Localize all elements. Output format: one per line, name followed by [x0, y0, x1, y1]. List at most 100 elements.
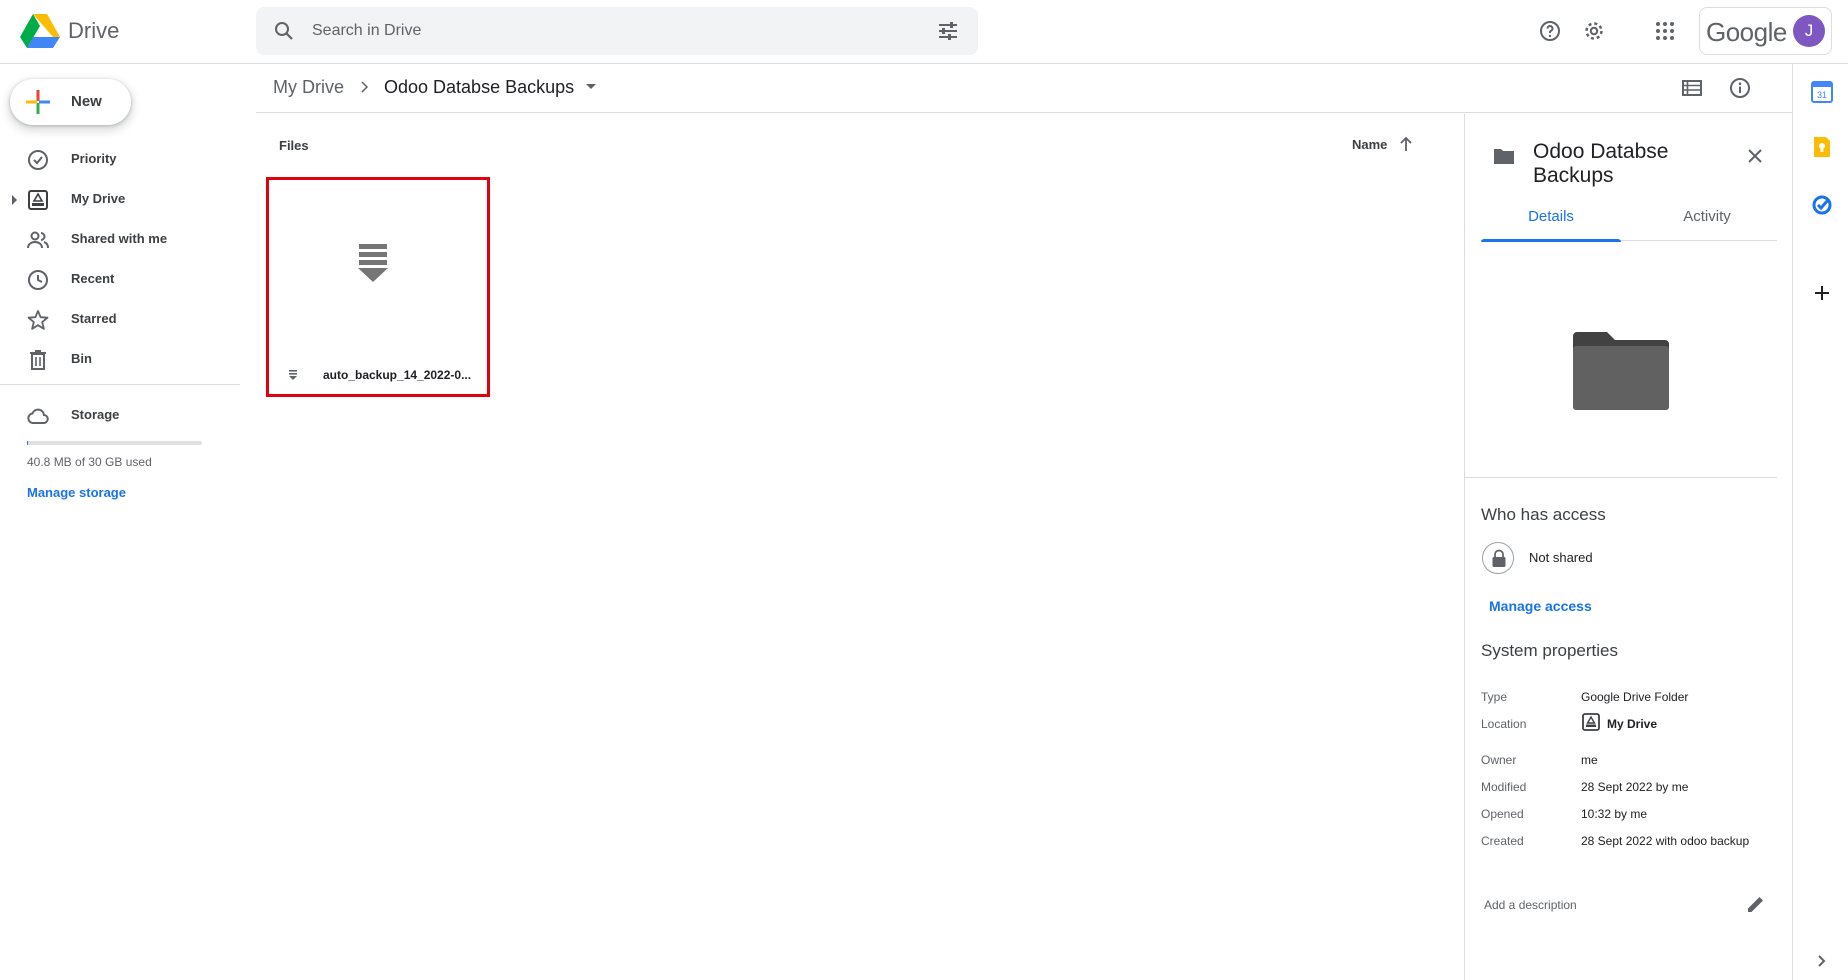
- tab-activity[interactable]: Activity: [1637, 193, 1777, 241]
- sidebar-item-recent[interactable]: Recent: [0, 259, 240, 299]
- compressed-file-icon: [358, 244, 388, 282]
- list-view-icon[interactable]: [1680, 76, 1704, 100]
- details-title: Odoo Databse Backups: [1533, 140, 1669, 187]
- sidebar-nav: Priority My Drive Shared with me Recent …: [0, 139, 240, 379]
- files-section-label: Files: [279, 138, 309, 153]
- search-options-icon[interactable]: [936, 19, 960, 43]
- trash-icon: [30, 350, 46, 370]
- file-thumbnail[interactable]: [269, 180, 487, 340]
- tasks-icon[interactable]: [1811, 194, 1833, 216]
- folder-icon: [1494, 149, 1514, 164]
- breadcrumb-current-folder[interactable]: Odoo Databse Backups: [384, 77, 574, 98]
- chevron-right-icon: [361, 81, 369, 93]
- sharing-status: Not shared: [1529, 550, 1593, 565]
- arrow-up-icon[interactable]: [1395, 133, 1417, 155]
- manage-storage-link[interactable]: Manage storage: [27, 485, 126, 500]
- svg-text:31: 31: [1817, 90, 1827, 100]
- property-row-owner: Owner me: [1481, 753, 1771, 773]
- search-icon[interactable]: [272, 19, 296, 43]
- new-button[interactable]: New: [10, 79, 131, 125]
- sidebar-item-label: Shared with me: [71, 231, 168, 246]
- priority-check-icon: [28, 150, 48, 170]
- add-description-field[interactable]: Add a description: [1484, 898, 1577, 912]
- storage-usage-text: 40.8 MB of 30 GB used: [27, 455, 152, 469]
- details-tabs: Details Activity: [1481, 193, 1777, 242]
- calendar-icon[interactable]: 31: [1811, 81, 1833, 103]
- side-panel: 31: [1792, 64, 1848, 980]
- details-panel: Odoo Databse Backups Details Activity Wh…: [1464, 114, 1777, 980]
- property-key: Opened: [1481, 807, 1524, 821]
- property-row-modified: Modified 28 Sept 2022 by me: [1481, 780, 1771, 800]
- clock-icon: [28, 270, 48, 290]
- add-addon-plus-icon[interactable]: [1811, 282, 1833, 304]
- plus-multicolor-icon: [26, 90, 50, 114]
- system-properties-heading: System properties: [1481, 641, 1618, 660]
- details-divider: [1465, 477, 1777, 478]
- my-drive-icon: [28, 190, 48, 210]
- property-row-type: Type Google Drive Folder: [1481, 690, 1771, 710]
- sidebar-item-label: Starred: [71, 311, 117, 326]
- sidebar-item-label: Priority: [71, 151, 117, 166]
- storage-usage-bar: [27, 441, 202, 445]
- google-account-button[interactable]: Google J: [1699, 7, 1832, 55]
- folder-menu-dropdown-icon[interactable]: [586, 84, 596, 89]
- location-link[interactable]: My Drive: [1607, 717, 1657, 731]
- manage-access-button[interactable]: Manage access: [1489, 598, 1592, 614]
- expand-caret-icon[interactable]: [12, 195, 17, 205]
- property-value: 28 Sept 2022 by me: [1581, 780, 1689, 794]
- edit-pencil-icon[interactable]: [1745, 893, 1767, 915]
- property-row-location: Location My Drive: [1481, 713, 1771, 737]
- sort-by-name-button[interactable]: Name: [1352, 137, 1387, 152]
- search-bar[interactable]: [256, 7, 978, 55]
- folder-preview-icon: [1573, 332, 1669, 410]
- file-card[interactable]: auto_backup_14_2022-0...: [266, 177, 490, 397]
- info-icon[interactable]: [1728, 76, 1752, 100]
- avatar[interactable]: J: [1793, 15, 1825, 47]
- my-drive-icon: [1582, 713, 1600, 731]
- file-name: auto_backup_14_2022-0...: [323, 368, 472, 382]
- chevron-right-icon[interactable]: [1811, 950, 1833, 972]
- breadcrumb: My Drive Odoo Databse Backups: [256, 64, 1792, 113]
- star-icon: [27, 310, 49, 330]
- storage-usage-fill: [27, 441, 28, 445]
- property-key: Type: [1481, 690, 1508, 704]
- property-value: 10:32 by me: [1581, 807, 1648, 821]
- compressed-file-small-icon: [289, 370, 297, 380]
- cloud-icon: [27, 408, 49, 424]
- top-bar: Drive Google J: [0, 0, 1848, 64]
- sidebar-item-starred[interactable]: Starred: [0, 299, 240, 339]
- keep-notes-icon[interactable]: [1811, 136, 1833, 158]
- search-input[interactable]: [312, 7, 872, 55]
- property-key: Owner: [1481, 753, 1517, 767]
- property-value: 28 Sept 2022 with odoo backup: [1581, 834, 1750, 848]
- who-has-access-heading: Who has access: [1481, 505, 1606, 524]
- sidebar-divider: [0, 384, 240, 385]
- new-button-label: New: [71, 93, 102, 110]
- sidebar-item-label: Recent: [71, 271, 115, 286]
- sidebar-item-priority[interactable]: Priority: [0, 139, 240, 179]
- property-key: Created: [1481, 834, 1524, 848]
- property-row-created: Created 28 Sept 2022 with odoo backup: [1481, 834, 1771, 854]
- storage-label: Storage: [71, 407, 120, 422]
- shared-people-icon: [27, 231, 49, 249]
- property-key: Modified: [1481, 780, 1527, 794]
- google-wordmark: Google: [1706, 17, 1787, 47]
- property-key: Location: [1481, 717, 1527, 731]
- sidebar-item-my-drive[interactable]: My Drive: [0, 179, 240, 219]
- settings-gear-icon[interactable]: [1582, 19, 1606, 43]
- drive-logo-icon[interactable]: [20, 13, 60, 49]
- close-icon[interactable]: [1743, 144, 1767, 168]
- lock-icon: [1482, 542, 1514, 574]
- app-name: Drive: [68, 18, 120, 43]
- sidebar-item-shared-with-me[interactable]: Shared with me: [0, 219, 240, 259]
- help-icon[interactable]: [1538, 19, 1562, 43]
- property-row-opened: Opened 10:32 by me: [1481, 807, 1771, 827]
- sidebar-item-bin[interactable]: Bin: [0, 339, 240, 379]
- breadcrumb-root[interactable]: My Drive: [273, 77, 344, 98]
- apps-grid-icon[interactable]: [1653, 19, 1677, 43]
- sidebar-item-label: My Drive: [71, 191, 126, 206]
- property-value: me: [1581, 753, 1598, 767]
- property-value: Google Drive Folder: [1581, 690, 1689, 704]
- tab-details[interactable]: Details: [1481, 193, 1621, 242]
- sidebar-item-label: Bin: [71, 351, 92, 366]
